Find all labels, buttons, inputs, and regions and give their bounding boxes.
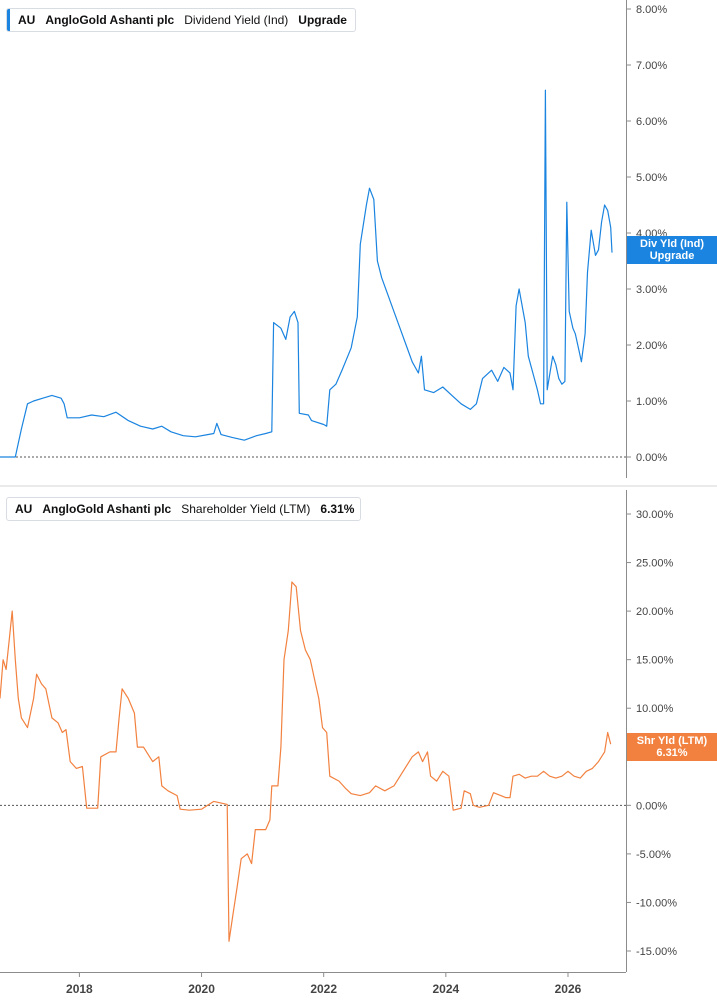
div-yield-y-tick-label: 8.00% — [636, 4, 667, 16]
shr-yield-y-tick-label: -15.00% — [636, 946, 677, 958]
div-yield-y-tick-label: 2.00% — [636, 340, 667, 352]
top-legend-metric: Dividend Yield (Ind) — [184, 13, 289, 27]
x-tick-label: 2024 — [432, 982, 459, 996]
top-legend-company: AngloGold Ashanti plc — [45, 13, 175, 27]
top-legend-value[interactable]: Upgrade — [298, 13, 347, 27]
top-badge-line1: Div Yld (Ind) — [640, 238, 704, 250]
div-yield-series-line — [0, 89, 613, 458]
top-legend-swatch — [7, 9, 10, 31]
bottom-legend-value: 6.31% — [320, 502, 355, 516]
bottom-legend-metric: Shareholder Yield (LTM) — [181, 502, 311, 516]
top-legend-ticker: AU — [18, 13, 36, 27]
div-yield-y-tick-label: 7.00% — [636, 60, 667, 72]
shr-yield-series-line — [0, 581, 612, 942]
bottom-badge-line1: Shr Yld (LTM) — [636, 735, 708, 747]
shr-yield-y-tick-label: -10.00% — [636, 897, 677, 909]
div-yield-y-tick-label: 6.00% — [636, 116, 667, 128]
shr-yield-y-tick-label: 30.00% — [636, 509, 674, 521]
shr-yield-y-tick-label: -5.00% — [636, 849, 671, 861]
shr-yield-y-tick-label: 10.00% — [636, 703, 674, 715]
div-yield-y-tick-label: 0.00% — [636, 452, 667, 464]
bottom-legend[interactable]: AU AngloGold Ashanti plc Shareholder Yie… — [6, 497, 361, 521]
bottom-value-badge: Shr Yld (LTM) 6.31% — [627, 733, 717, 761]
bottom-badge-line2: 6.31% — [656, 747, 688, 759]
div-yield-y-tick-label: 1.00% — [636, 396, 667, 408]
x-tick-label: 2018 — [66, 982, 93, 996]
div-yield-y-tick-label: 3.00% — [636, 284, 667, 296]
div-yield-y-tick-label: 5.00% — [636, 172, 667, 184]
bottom-legend-ticker: AU — [15, 502, 33, 516]
shr-yield-y-tick-label: 0.00% — [636, 800, 667, 812]
top-badge-line2[interactable]: Upgrade — [627, 250, 717, 262]
shr-yield-y-tick-label: 20.00% — [636, 606, 674, 618]
bottom-legend-company: AngloGold Ashanti plc — [42, 502, 172, 516]
shr-yield-y-tick-label: 15.00% — [636, 655, 674, 667]
top-legend[interactable]: AU AngloGold Ashanti plc Dividend Yield … — [6, 8, 356, 32]
x-tick-label: 2026 — [555, 982, 582, 996]
top-value-badge: Div Yld (Ind) Upgrade — [627, 236, 717, 264]
x-tick-label: 2022 — [310, 982, 337, 996]
shr-yield-y-tick-label: 25.00% — [636, 558, 674, 570]
x-tick-label: 2020 — [188, 982, 215, 996]
